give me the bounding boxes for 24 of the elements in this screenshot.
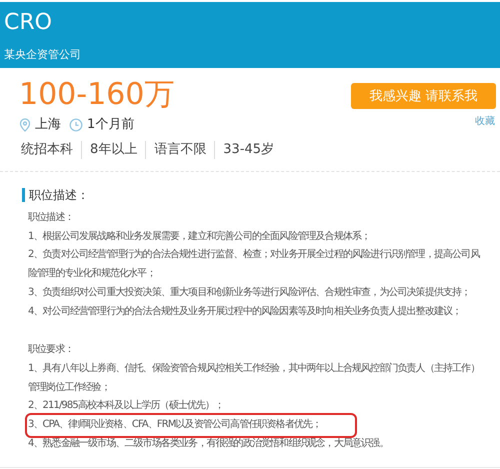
requirement-tag: 33-45岁: [214, 141, 282, 159]
requirement-tag: 语言不限: [145, 141, 214, 159]
list-item: 3、负责组织对公司重大投资决策、重大项目和创新业务等进行风险评估、合规性审查，为公司决策提供支持；: [28, 286, 470, 300]
job-title: CRO: [4, 9, 52, 36]
requirement-tag: 统招本科: [19, 141, 81, 159]
list-item: 2、211/985高校本科及以上学历（硕士优先）；: [28, 398, 224, 414]
list-item: 4、熟悉金融一级市场、二级市场各类业务，有很强的政治觉悟和组织观念，大局意识强。: [28, 436, 388, 451]
subsection-heading: 职位描述：: [28, 210, 74, 225]
contact-me-button[interactable]: 我感兴趣 请联系我: [351, 83, 496, 109]
highlighted-list-item: 3、CPA、律师职业资格、CFA、FRM以及资管公司高管任职资格者优先；: [28, 416, 354, 435]
location-text: 上海: [35, 116, 61, 134]
list-item: 1、具有八年以上券商、信托、保险资管合规风控相关工作经验，其中两年以上合规风控部门负责人（主持工作）管理岗位工作经验；: [28, 362, 480, 395]
salary-range: 100-160万: [19, 78, 174, 112]
section-heading: 职位描述：: [22, 188, 89, 202]
company-name: 某央企资管公司: [4, 48, 81, 62]
subsection-heading: 职位要求：: [28, 342, 74, 358]
list-item: 1、根据公司发展战略和业务发展需要，建立和完善公司的全面风险管理及合规体系；: [28, 230, 370, 244]
list-item: 2、负责对公司经营管理行为的合法合规性进行监督、检查；对业务开展全过程的风险进行识别管理，提高公司风险管理的专业化和规范化水平；: [28, 248, 481, 282]
clock-icon: [69, 118, 83, 132]
location-pin-icon: [19, 118, 31, 132]
list-item: 4、对公司经营管理行为的合法合规性及业务开展过程中的风险因素等及时向相关业务负责人提出整改建议；: [28, 304, 462, 319]
favorite-link[interactable]: 收藏: [475, 114, 495, 128]
posted-time: 1个月前: [87, 116, 134, 134]
requirement-tag: 8年以上: [81, 141, 146, 159]
